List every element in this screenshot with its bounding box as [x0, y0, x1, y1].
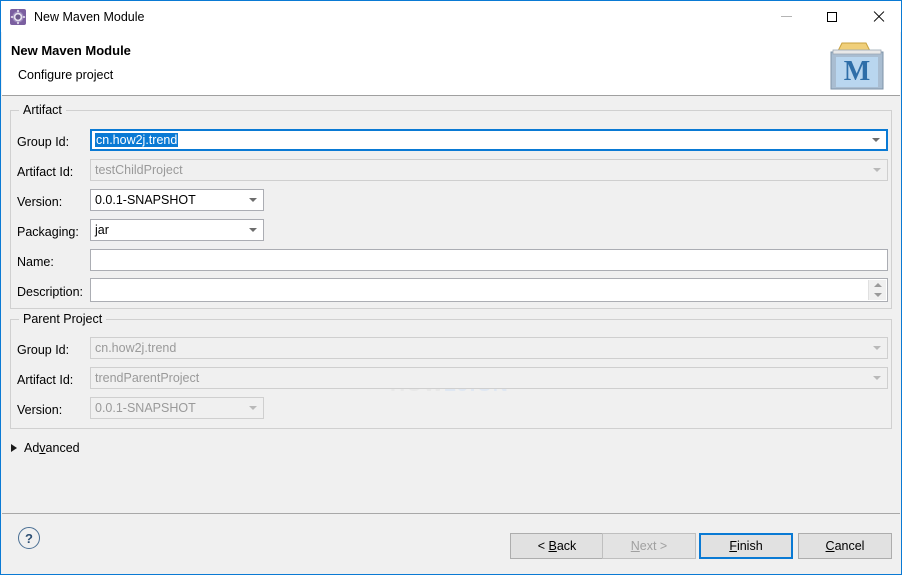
artifact-group-id-input[interactable]: cn.how2j.trend	[90, 129, 888, 151]
advanced-label: Advanced	[24, 441, 80, 455]
close-button[interactable]	[855, 1, 901, 32]
page-subtitle: Configure project	[18, 68, 114, 82]
dialog-body: HOW2J.CN Artifact Group Id: cn.how2j.tre…	[2, 97, 900, 514]
page-title: New Maven Module	[11, 43, 131, 58]
artifact-group-id-value: cn.how2j.trend	[95, 133, 179, 147]
artifact-name-label: Name:	[17, 255, 54, 269]
parent-artifact-id-value: trendParentProject	[95, 371, 200, 385]
parent-artifact-id-label: Artifact Id:	[17, 373, 74, 387]
advanced-toggle[interactable]: Advanced	[11, 441, 80, 455]
artifact-version-combo[interactable]: 0.0.1-SNAPSHOT	[90, 189, 264, 211]
help-icon[interactable]: ?	[18, 527, 40, 549]
parent-artifact-id-input[interactable]: trendParentProject	[90, 367, 888, 389]
wizard-header: New Maven Module Configure project M	[2, 32, 900, 96]
artifact-packaging-combo[interactable]: jar	[90, 219, 264, 241]
parent-project-group-label: Parent Project	[19, 312, 107, 326]
minimize-icon	[780, 16, 792, 17]
artifact-description-label: Description:	[17, 285, 83, 299]
chevron-down-icon[interactable]	[872, 138, 881, 143]
artifact-group-id-label: Group Id:	[17, 135, 70, 149]
maximize-icon	[827, 11, 837, 22]
chevron-down-icon	[873, 376, 882, 381]
close-icon	[872, 10, 885, 23]
chevron-down-icon[interactable]	[249, 228, 258, 233]
artifact-version-value: 0.0.1-SNAPSHOT	[95, 193, 196, 207]
window-title: New Maven Module	[34, 9, 145, 24]
chevron-down-icon	[249, 406, 258, 411]
maven-banner-icon: M	[828, 36, 886, 92]
artifact-description-input[interactable]	[90, 278, 888, 302]
parent-version-combo[interactable]: 0.0.1-SNAPSHOT	[90, 397, 264, 419]
cancel-button[interactable]: Cancel	[798, 533, 892, 559]
description-scroll-spinner[interactable]	[868, 280, 886, 300]
parent-version-value: 0.0.1-SNAPSHOT	[95, 401, 196, 415]
chevron-down-icon	[873, 346, 882, 351]
chevron-down-icon[interactable]	[249, 198, 258, 203]
artifact-packaging-label: Packaging:	[17, 225, 79, 239]
parent-group-id-input[interactable]: cn.how2j.trend	[90, 337, 888, 359]
title-bar: New Maven Module	[1, 1, 901, 32]
chevron-right-icon	[11, 444, 17, 452]
maven-gear-icon	[10, 8, 26, 25]
maximize-button[interactable]	[809, 1, 855, 32]
parent-group-id-value: cn.how2j.trend	[95, 341, 177, 355]
artifact-artifact-id-label: Artifact Id:	[17, 165, 74, 179]
chevron-up-icon[interactable]	[873, 283, 882, 287]
window-controls	[763, 1, 901, 32]
artifact-name-input[interactable]	[90, 249, 888, 271]
svg-text:M: M	[844, 56, 870, 87]
parent-version-label: Version:	[17, 403, 63, 417]
next-button: Next >	[602, 533, 696, 559]
artifact-version-label: Version:	[17, 195, 63, 209]
finish-button[interactable]: Finish	[699, 533, 793, 559]
artifact-artifact-id-input[interactable]: testChildProject	[90, 159, 888, 181]
minimize-button[interactable]	[763, 1, 809, 32]
artifact-packaging-value: jar	[95, 223, 109, 237]
chevron-down-icon	[873, 168, 882, 173]
parent-group-id-label: Group Id:	[17, 343, 70, 357]
chevron-down-icon[interactable]	[873, 293, 882, 297]
artifact-artifact-id-value: testChildProject	[95, 163, 183, 177]
artifact-group-label: Artifact	[19, 103, 66, 117]
new-maven-module-dialog: New Maven Module New Maven Module Config…	[0, 0, 902, 575]
back-button[interactable]: < Back	[510, 533, 604, 559]
